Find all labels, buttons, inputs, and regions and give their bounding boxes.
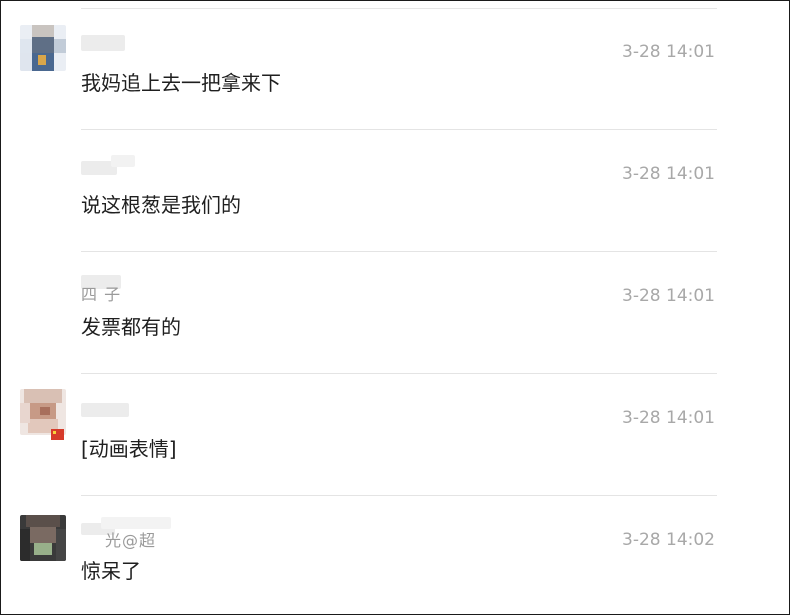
- comment-time: 3-28 14:01: [622, 164, 715, 184]
- flag-icon: [51, 429, 64, 440]
- user-name-text: 光@超: [105, 531, 157, 550]
- comment-item[interactable]: 四 子 3-28 14:01 发票都有的: [1, 253, 789, 374]
- comment-item[interactable]: 光@超 3-28 14:02 惊呆了: [1, 497, 789, 614]
- user-avatar[interactable]: [20, 515, 66, 561]
- comment-list: 3-28 14:01 我妈追上去一把拿来下 3-28 14:01 说这根葱是我们…: [0, 0, 790, 615]
- comment-time: 3-28 14:01: [622, 286, 715, 306]
- user-name[interactable]: [81, 155, 135, 175]
- comment-divider: [81, 129, 717, 130]
- comment-divider: [81, 251, 717, 252]
- user-name[interactable]: [81, 33, 129, 53]
- comment-text: [动画表情]: [81, 437, 177, 461]
- user-name[interactable]: [81, 399, 129, 419]
- comment-text: 我妈追上去一把拿来下: [81, 71, 281, 95]
- user-name[interactable]: 光@超: [81, 517, 171, 550]
- comment-item[interactable]: 3-28 14:01 说这根葱是我们的: [1, 131, 789, 252]
- comment-time: 3-28 14:02: [622, 530, 715, 550]
- comment-text: 发票都有的: [81, 315, 181, 339]
- comment-time: 3-28 14:01: [622, 42, 715, 62]
- user-name[interactable]: 四 子: [81, 275, 129, 304]
- comment-divider: [81, 373, 717, 374]
- comment-divider: [81, 495, 717, 496]
- comment-text: 惊呆了: [81, 559, 141, 583]
- comment-time: 3-28 14:01: [622, 408, 715, 428]
- comment-item[interactable]: 3-28 14:01 [动画表情]: [1, 375, 789, 496]
- user-name-text: 四 子: [81, 285, 122, 304]
- user-avatar[interactable]: [20, 25, 66, 71]
- comment-item[interactable]: 3-28 14:01 我妈追上去一把拿来下: [1, 9, 789, 130]
- comment-text: 说这根葱是我们的: [81, 193, 241, 217]
